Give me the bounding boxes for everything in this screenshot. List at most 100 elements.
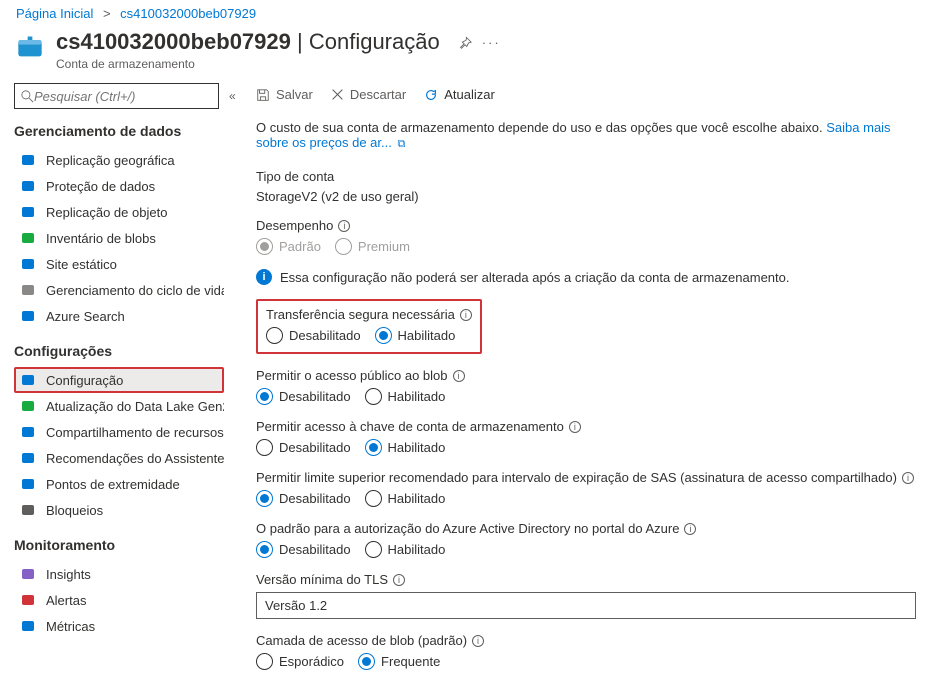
public-blob-disabled-radio[interactable]: Desabilitado [256,388,351,405]
blob-tier-label: Camada de acesso de blob (padrão) [256,633,467,648]
nav-item-label: Gerenciamento do ciclo de vida [46,283,224,298]
info-icon[interactable]: i [460,309,472,321]
secure-transfer-disabled-radio[interactable]: Desabilitado [266,327,361,344]
external-link-icon: ⧉ [397,138,405,150]
toolbar: Salvar Descartar Atualizar [256,83,923,120]
nav-item-icon [20,152,36,168]
refresh-label: Atualizar [444,87,495,102]
nav-item-icon [20,308,36,324]
nav-item-label: Replicação geográfica [46,153,175,168]
search-icon [21,90,34,103]
sidebar-item[interactable]: Proteção de dados [14,173,224,199]
info-icon[interactable]: i [453,370,465,382]
nav-item-icon [20,592,36,608]
page-header: cs410032000beb07929 | Configuração Conta… [0,25,935,83]
account-type-value: StorageV2 (v2 de uso geral) [256,189,923,204]
tls-min-select[interactable]: Versão 1.2 [256,592,916,619]
content: Salvar Descartar Atualizar O custo de su… [232,83,935,696]
breadcrumb-current[interactable]: cs410032000beb07929 [120,6,256,21]
sas-limit-disabled-radio[interactable]: Desabilitado [256,490,351,507]
performance-note-text: Essa configuração não poderá ser alterad… [280,270,790,285]
save-icon [256,88,270,102]
refresh-button[interactable]: Atualizar [424,87,495,102]
account-key-enabled-radio[interactable]: Habilitado [365,439,446,456]
nav-item-icon [20,476,36,492]
sidebar-item[interactable]: Compartilhamento de recursos (C... [14,419,224,445]
sidebar-group-config: Configurações [14,343,224,359]
refresh-icon [424,88,438,102]
field-blob-tier: Camada de acesso de blob (padrão) i Espor… [256,633,923,670]
info-icon[interactable]: i [902,472,914,484]
tls-min-label: Versão mínima do TLS [256,572,388,587]
sidebar-item[interactable]: Insights [14,561,224,587]
field-performance: Desempenhoi Padrão Premium [256,218,923,255]
field-account-type: Tipo de conta StorageV2 (v2 de uso geral… [256,169,923,204]
search-input[interactable] [34,89,212,104]
nav-item-icon [20,178,36,194]
sidebar-item[interactable]: Bloqueios [14,497,224,523]
save-button[interactable]: Salvar [256,87,313,102]
public-blob-enabled-radio[interactable]: Habilitado [365,388,446,405]
sidebar-item[interactable]: Site estático [14,251,224,277]
field-public-blob: Permitir o acesso público ao blob i Desab… [256,368,923,405]
performance-label: Desempenho [256,218,333,233]
blob-tier-cool-radio[interactable]: Esporádico [256,653,344,670]
sidebar-item[interactable]: Configuração [14,367,224,393]
sidebar-item[interactable]: Gerenciamento do ciclo de vida [14,277,224,303]
field-aad-default: O padrão para a autorização do Azure Act… [256,521,923,558]
secure-transfer-enabled-radio[interactable]: Habilitado [375,327,456,344]
performance-standard-radio: Padrão [256,238,321,255]
sidebar-item[interactable]: Atualização do Data Lake Gen2 [14,393,224,419]
cost-text: O custo de sua conta de armazenamento de… [256,120,823,135]
performance-note: i Essa configuração não poderá ser alter… [256,269,923,285]
nav-item-label: Insights [46,567,91,582]
nav-item-label: Replicação de objeto [46,205,167,220]
nav-item-icon [20,204,36,220]
close-icon [331,88,344,101]
field-sas-limit: Permitir limite superior recomendado par… [256,470,923,507]
breadcrumb-sep: > [103,6,111,21]
aad-default-enabled-radio[interactable]: Habilitado [365,541,446,558]
sidebar-item[interactable]: Inventário de blobs [14,225,224,251]
breadcrumb-home[interactable]: Página Inicial [16,6,93,21]
info-icon[interactable]: i [684,523,696,535]
nav-item-label: Pontos de extremidade [46,477,180,492]
nav-item-icon [20,398,36,414]
aad-default-disabled-radio[interactable]: Desabilitado [256,541,351,558]
account-key-disabled-radio[interactable]: Desabilitado [256,439,351,456]
sidebar-item[interactable]: Replicação geográfica [14,147,224,173]
nav-item-label: Métricas [46,619,95,634]
nav-item-icon [20,502,36,518]
secure-transfer-highlight: Transferência segura necessáriai Desabil… [256,299,482,354]
tls-min-value: Versão 1.2 [265,598,327,613]
nav-item-icon [20,372,36,388]
aad-default-label: O padrão para a autorização do Azure Act… [256,521,679,536]
field-tls-min: Versão mínima do TLS i Versão 1.2 [256,572,923,619]
public-blob-label: Permitir o acesso público ao blob [256,368,448,383]
nav-item-label: Atualização do Data Lake Gen2 [46,399,224,414]
sidebar-item[interactable]: Recomendações do Assistente [14,445,224,471]
nav-item-label: Recomendações do Assistente [46,451,224,466]
nav-item-label: Configuração [46,373,123,388]
blob-tier-hot-radio[interactable]: Frequente [358,653,440,670]
info-icon[interactable]: i [393,574,405,586]
search-input-wrap[interactable] [14,83,219,109]
sas-limit-enabled-radio[interactable]: Habilitado [365,490,446,507]
info-icon[interactable]: i [338,220,350,232]
nav-item-icon [20,424,36,440]
more-icon[interactable]: ··· [482,35,501,50]
sidebar-item[interactable]: Replicação de objeto [14,199,224,225]
discard-button[interactable]: Descartar [331,87,406,102]
sidebar-group-monitor: Monitoramento [14,537,224,553]
account-type-label: Tipo de conta [256,169,923,184]
nav-item-icon [20,618,36,634]
info-icon[interactable]: i [472,635,484,647]
info-icon[interactable]: i [569,421,581,433]
nav-item-label: Site estático [46,257,117,272]
sidebar-item[interactable]: Azure Search [14,303,224,329]
nav-item-icon [20,450,36,466]
sidebar-item[interactable]: Métricas [14,613,224,639]
sidebar-item[interactable]: Pontos de extremidade [14,471,224,497]
pin-icon[interactable] [458,36,472,50]
sidebar-item[interactable]: Alertas [14,587,224,613]
